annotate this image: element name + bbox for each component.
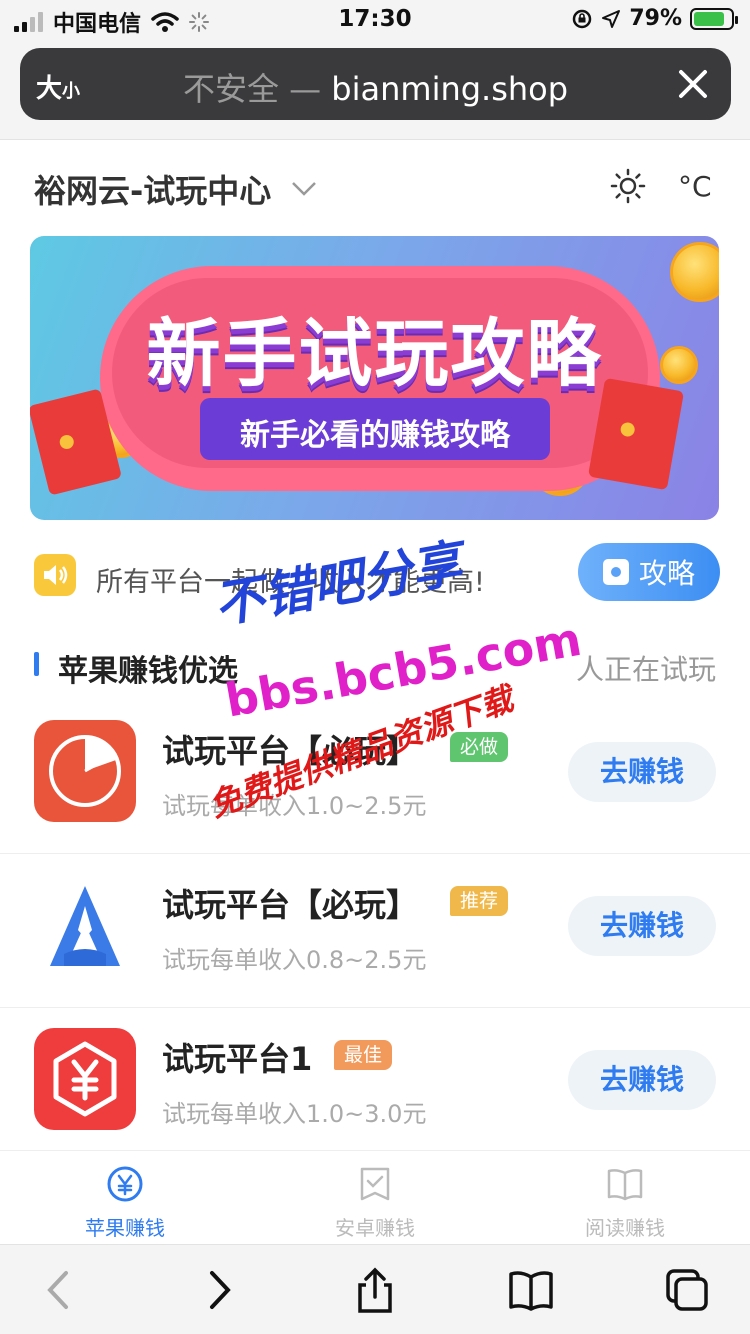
bookmarks-icon[interactable]: [508, 1267, 554, 1313]
book-icon: [607, 1169, 643, 1201]
orientation-lock-icon: [573, 9, 592, 28]
tab-apple-earn[interactable]: 苹果赚钱: [0, 1165, 250, 1241]
guide-button[interactable]: 攻略: [578, 543, 720, 601]
players-count-text: 人正在试玩: [575, 653, 716, 686]
page-title: 裕网云-试玩中心: [34, 172, 272, 210]
yen-hexagon-app-icon: [34, 1028, 136, 1130]
tabs-icon[interactable]: [664, 1267, 710, 1313]
back-arrow-icon[interactable]: [36, 1267, 82, 1313]
url-display[interactable]: 不安全 — bianming.shop: [20, 64, 731, 110]
earn-button[interactable]: 去赚钱: [568, 896, 716, 956]
earn-button[interactable]: 去赚钱: [568, 742, 716, 802]
yen-circle-icon: [107, 1166, 143, 1202]
share-icon[interactable]: [352, 1267, 398, 1313]
location-icon: [602, 9, 621, 28]
tab-label: 苹果赚钱: [85, 1216, 165, 1240]
status-bar: 中国电信 17:30 79%: [0, 0, 750, 40]
guide-button-label: 攻略: [638, 557, 695, 590]
app-income: 试玩每单收入0.8~2.5元: [162, 946, 427, 974]
bottom-tab-bar: 苹果赚钱 安卓赚钱 阅读赚钱: [0, 1150, 750, 1244]
tab-android-earn[interactable]: 安卓赚钱: [250, 1165, 500, 1241]
browser-address-area: 大小 不安全 — bianming.shop: [0, 40, 750, 140]
site-title-dropdown[interactable]: 裕网云-试玩中心: [34, 166, 317, 212]
status-badge: 最佳: [334, 1040, 393, 1070]
section-title: 苹果赚钱优选: [58, 654, 238, 689]
rocket-app-icon: [34, 874, 136, 976]
temperature-unit: °C: [678, 170, 712, 203]
battery-icon: [690, 7, 738, 30]
close-icon[interactable]: [673, 64, 713, 104]
address-bar[interactable]: 大小 不安全 — bianming.shop: [20, 48, 731, 120]
tab-reading-earn[interactable]: 阅读赚钱: [500, 1165, 750, 1241]
tab-label: 安卓赚钱: [335, 1216, 415, 1240]
checkbox-icon: [360, 1167, 390, 1201]
status-badge: 推荐: [450, 886, 509, 916]
coin-icon: [670, 242, 719, 302]
banner-subtitle: 新手必看的赚钱攻略: [240, 418, 510, 453]
guide-icon: [602, 559, 629, 585]
banner-title: 新手试玩攻略: [146, 311, 603, 397]
url-domain: bianming.shop: [331, 70, 569, 108]
speaker-icon: [34, 554, 76, 596]
battery-percent: 79%: [629, 6, 682, 31]
forward-arrow-icon[interactable]: [196, 1267, 242, 1313]
app-name: 试玩平台【必玩】: [162, 886, 419, 924]
list-item[interactable]: 试玩平台1 最佳 试玩每单收入1.0~3.0元 去赚钱: [0, 1008, 750, 1162]
status-right: 79%: [571, 6, 738, 31]
watermark-line-1: 不错吧分享: [209, 532, 466, 635]
list-item[interactable]: 试玩平台【必玩】 推荐 试玩每单收入0.8~2.5元 去赚钱: [0, 854, 750, 1008]
sun-icon: [610, 168, 646, 204]
browser-toolbar: [0, 1244, 750, 1334]
app-income: 试玩每单收入1.0~3.0元: [162, 1100, 427, 1128]
security-warning: 不安全 —: [182, 70, 322, 108]
earn-button[interactable]: 去赚钱: [568, 1050, 716, 1110]
promo-banner[interactable]: 新手试玩攻略 新手必看的赚钱攻略: [30, 236, 719, 520]
pie-clock-app-icon: [34, 720, 136, 822]
tab-label: 阅读赚钱: [585, 1216, 665, 1240]
app-name: 试玩平台1: [162, 1040, 313, 1078]
section-accent-bar: [34, 652, 39, 676]
chevron-down-icon: [292, 182, 317, 196]
